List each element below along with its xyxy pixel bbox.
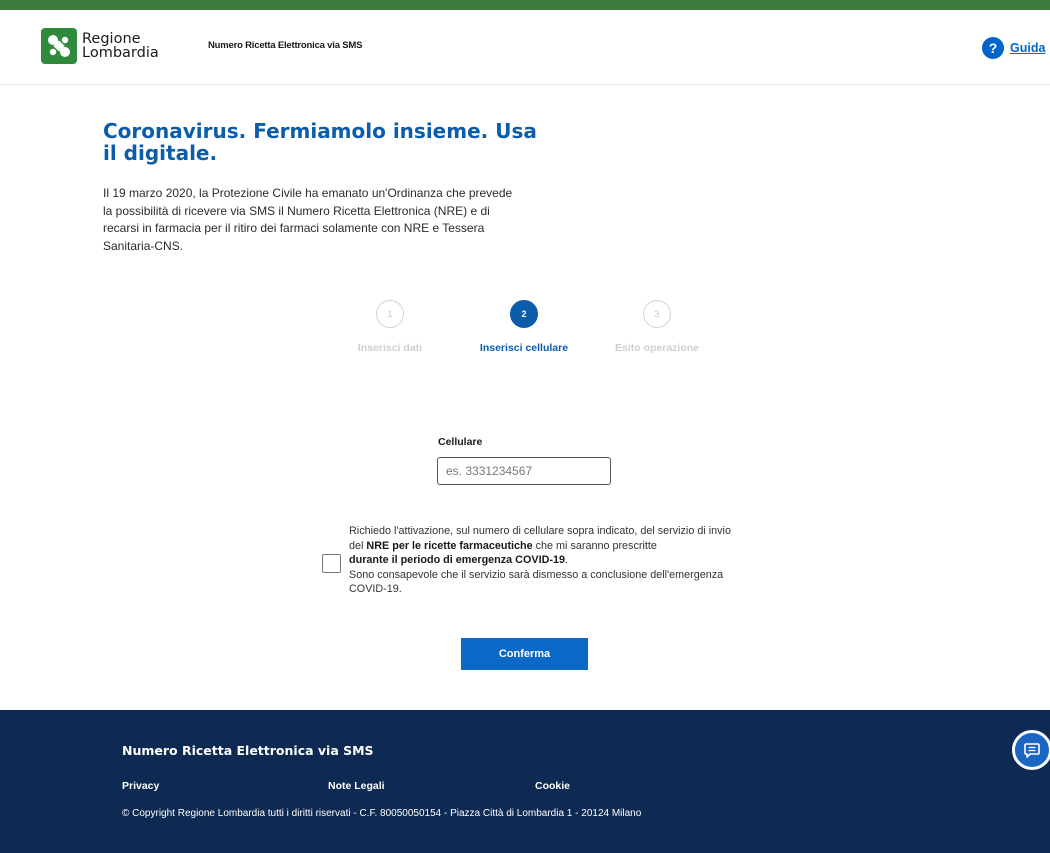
- step-3: 3 Esito operazione: [597, 300, 717, 354]
- question-icon: ?: [982, 37, 1004, 59]
- step-1: 1 Inserisci dati: [330, 300, 450, 354]
- top-accent-bar: [0, 0, 1050, 10]
- chat-button[interactable]: [1012, 730, 1050, 770]
- footer-link-privacy[interactable]: Privacy: [122, 780, 159, 792]
- step-3-circle: 3: [643, 300, 671, 328]
- consent-text: Richiedo l'attivazione, sul numero di ce…: [349, 524, 739, 597]
- copyright-text: © Copyright Regione Lombardia tutti i di…: [122, 808, 642, 819]
- step-2-circle: 2: [510, 300, 538, 328]
- logo-line-1: Regione: [82, 31, 141, 47]
- site-header: Regione Lombardia Numero Ricetta Elettro…: [0, 10, 1050, 85]
- logo-line-2: Lombardia: [82, 45, 159, 61]
- consent-text-part-2: che mi saranno prescritte: [532, 539, 657, 552]
- chat-icon: [1024, 743, 1040, 758]
- consent-text-part-3: .: [564, 554, 568, 567]
- intro-text: Il 19 marzo 2020, la Protezione Civile h…: [103, 186, 513, 253]
- footer-link-cookie[interactable]: Cookie: [535, 780, 570, 792]
- help-label: Guida: [1010, 41, 1046, 55]
- footer-title: Numero Ricetta Elettronica via SMS: [122, 743, 374, 758]
- page-heading: Coronavirus. Fermiamolo insieme. Usa il …: [103, 119, 537, 165]
- site-footer: Numero Ricetta Elettronica via SMS Priva…: [0, 710, 1050, 853]
- logo-wordmark[interactable]: Regione Lombardia: [82, 31, 159, 61]
- confirm-button[interactable]: Conferma: [461, 638, 588, 670]
- footer-link-note-legali[interactable]: Note Legali: [328, 780, 385, 792]
- regione-lombardia-logo-icon[interactable]: [41, 28, 77, 64]
- consent-text-part-4: Sono consapevole che il servizio sarà di…: [349, 568, 724, 596]
- phone-field-label: Cellulare: [438, 436, 483, 448]
- app-title: Numero Ricetta Elettronica via SMS: [208, 40, 363, 51]
- help-link[interactable]: ? Guida: [982, 36, 1045, 60]
- phone-input[interactable]: [437, 457, 611, 485]
- consent-text-bold-2: durante il periodo di emergenza COVID-19: [349, 554, 565, 567]
- step-2-label: Inserisci cellulare: [479, 342, 569, 354]
- step-3-label: Esito operazione: [614, 342, 699, 354]
- progress-stepper: 1 Inserisci dati 2 Inserisci cellulare 3…: [340, 300, 730, 360]
- step-2: 2 Inserisci cellulare: [464, 300, 584, 354]
- step-1-circle: 1: [376, 300, 404, 328]
- consent-text-bold-1: NRE per le ricette farmaceutiche: [366, 539, 533, 552]
- consent-checkbox[interactable]: [322, 554, 341, 573]
- step-1-label: Inserisci dati: [357, 342, 423, 354]
